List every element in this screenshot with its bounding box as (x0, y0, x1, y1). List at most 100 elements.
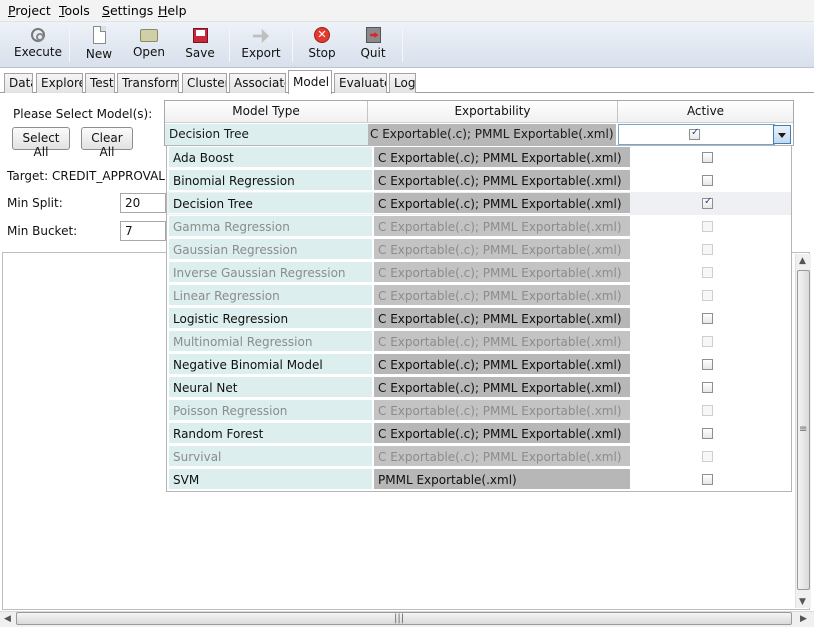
save-label: Save (185, 46, 215, 60)
new-button[interactable]: New (80, 24, 118, 66)
export-icon (253, 29, 269, 43)
menu-tools[interactable]: Tools (59, 3, 90, 18)
model-active-checkbox[interactable] (702, 152, 713, 163)
selected-model-active-cell[interactable] (618, 124, 775, 145)
column-header-active[interactable]: Active (618, 101, 793, 123)
tab-model[interactable]: Model (288, 70, 332, 94)
min-bucket-input[interactable]: 7 (120, 221, 166, 241)
tab-test[interactable]: Test (85, 73, 115, 93)
scroll-up-icon[interactable]: ▲ (799, 256, 806, 266)
model-active-checkbox[interactable] (702, 175, 713, 186)
list-item: Poisson Regression C Exportable(.c); PMML… (167, 399, 791, 422)
model-type-cell: Negative Binomial Model (169, 354, 372, 375)
export-button[interactable]: Export (238, 24, 284, 66)
stop-button[interactable]: ✕ Stop (302, 24, 342, 66)
menu-settings-mnemonic: S (102, 3, 110, 18)
quit-label: Quit (360, 46, 386, 60)
list-item: Gamma Regression C Exportable(.c); PMML E… (167, 215, 791, 238)
model-exportability-cell: C Exportable(.c); PMML Exportable(.xml) (374, 170, 630, 191)
list-item[interactable]: Logistic Regression C Exportable(.c); PMM… (167, 307, 791, 330)
model-exportability-cell: C Exportable(.c); PMML Exportable(.xml) (374, 423, 630, 444)
model-active-checkbox[interactable] (702, 428, 713, 439)
list-item: Multinomial Regression C Exportable(.c); … (167, 330, 791, 353)
tab-log[interactable]: Log (389, 73, 416, 93)
save-button[interactable]: Save (180, 24, 220, 66)
select-all-button[interactable]: Select All (12, 127, 70, 159)
model-exportability-cell: C Exportable(.c); PMML Exportable(.xml) (374, 147, 630, 168)
model-active-checkbox[interactable] (702, 359, 713, 370)
model-exportability-cell: C Exportable(.c); PMML Exportable(.xml) (374, 193, 630, 214)
column-header-model-type[interactable]: Model Type (165, 101, 368, 123)
list-item[interactable]: Negative Binomial Model C Exportable(.c);… (167, 353, 791, 376)
quit-button[interactable]: Quit (354, 24, 392, 66)
model-table: Model Type Exportability Active Decision… (164, 100, 794, 146)
selected-model-active-checkbox[interactable] (689, 127, 700, 140)
tab-bar: Data Explore Test Transform Cluster Asso… (0, 70, 814, 94)
grip-icon: ||| (394, 613, 405, 624)
select-models-prompt: Please Select Model(s): (13, 107, 153, 121)
dropdown-arrow-icon[interactable] (773, 125, 791, 144)
list-item[interactable]: Decision Tree C Exportable(.c); PMML Expo… (167, 192, 791, 215)
scroll-left-icon[interactable]: ◀ (4, 614, 11, 624)
min-bucket-label: Min Bucket: (7, 224, 78, 238)
model-active-checkbox[interactable] (702, 382, 713, 393)
scroll-right-icon[interactable]: ▶ (800, 614, 807, 624)
list-item: Linear Regression C Exportable(.c); PMML … (167, 284, 791, 307)
open-label: Open (132, 45, 166, 59)
model-type-cell: Gaussian Regression (169, 239, 372, 260)
selected-model-row[interactable]: Decision Tree C Exportable(.c); PMML Exp… (165, 124, 793, 146)
tab-data[interactable]: Data (4, 73, 33, 93)
model-active-checkbox[interactable] (702, 196, 713, 209)
model-active-checkbox (702, 267, 713, 278)
grip-icon: ≡ (799, 424, 808, 435)
model-active-checkbox (702, 405, 713, 416)
toolbar-separator (292, 28, 293, 62)
model-type-cell: Gamma Regression (169, 216, 372, 237)
menu-project[interactable]: Project (8, 3, 51, 18)
menu-settings-label: ettings (109, 3, 154, 18)
new-label: New (85, 47, 113, 61)
tab-transform[interactable]: Transform (117, 73, 179, 93)
save-icon (192, 28, 208, 43)
list-item[interactable]: Ada Boost C Exportable(.c); PMML Exportab… (167, 146, 791, 169)
tab-explore[interactable]: Explore (36, 73, 83, 93)
model-type-cell: Multinomial Regression (169, 331, 372, 352)
model-type-cell: Decision Tree (169, 193, 372, 214)
model-type-cell: Random Forest (169, 423, 372, 444)
list-item[interactable]: Neural Net C Exportable(.c); PMML Exporta… (167, 376, 791, 399)
list-item: Survival C Exportable(.c); PMML Exportabl… (167, 445, 791, 468)
execute-button[interactable]: Execute (12, 24, 64, 66)
open-button[interactable]: Open (128, 24, 170, 66)
menu-help[interactable]: Help (158, 3, 187, 18)
menu-settings[interactable]: Settings (102, 3, 153, 18)
list-item[interactable]: Binomial Regression C Exportable(.c); PMM… (167, 169, 791, 192)
toolbar-separator (229, 28, 230, 62)
model-exportability-cell: C Exportable(.c); PMML Exportable(.xml) (374, 285, 630, 306)
min-split-input[interactable]: 20 (120, 193, 166, 213)
model-active-checkbox (702, 451, 713, 462)
model-exportability-cell: C Exportable(.c); PMML Exportable(.xml) (374, 216, 630, 237)
model-active-checkbox[interactable] (702, 474, 713, 485)
execute-label: Execute (14, 45, 62, 59)
scroll-down-icon[interactable]: ▼ (799, 597, 806, 607)
column-header-exportability[interactable]: Exportability (368, 101, 618, 123)
model-exportability-cell: C Exportable(.c); PMML Exportable(.xml) (374, 446, 630, 467)
list-item[interactable]: Random Forest C Exportable(.c); PMML Expo… (167, 422, 791, 445)
model-exportability-cell: C Exportable(.c); PMML Exportable(.xml) (374, 331, 630, 352)
model-type-cell: Ada Boost (169, 147, 372, 168)
model-exportability-cell: C Exportable(.c); PMML Exportable(.xml) (374, 354, 630, 375)
tab-cluster[interactable]: Cluster (182, 73, 227, 93)
model-active-checkbox[interactable] (702, 313, 713, 324)
menu-help-mnemonic: H (158, 3, 168, 18)
target-label: Target: CREDIT_APPROVAL (7, 169, 165, 183)
min-split-label: Min Split: (7, 196, 63, 210)
toolbar: Execute New Open Save Export ✕ Stop Quit (0, 22, 814, 68)
model-active-checkbox (702, 290, 713, 301)
model-exportability-cell: C Exportable(.c); PMML Exportable(.xml) (374, 262, 630, 283)
list-item[interactable]: SVM PMML Exportable(.xml) (167, 468, 791, 491)
tab-evaluate[interactable]: Evaluate (334, 73, 387, 93)
clear-all-button[interactable]: Clear All (81, 127, 133, 159)
tab-associate[interactable]: Associate (229, 73, 286, 93)
model-dropdown-list: Ada Boost C Exportable(.c); PMML Exportab… (166, 145, 792, 492)
list-item: Inverse Gaussian Regression C Exportable(… (167, 261, 791, 284)
